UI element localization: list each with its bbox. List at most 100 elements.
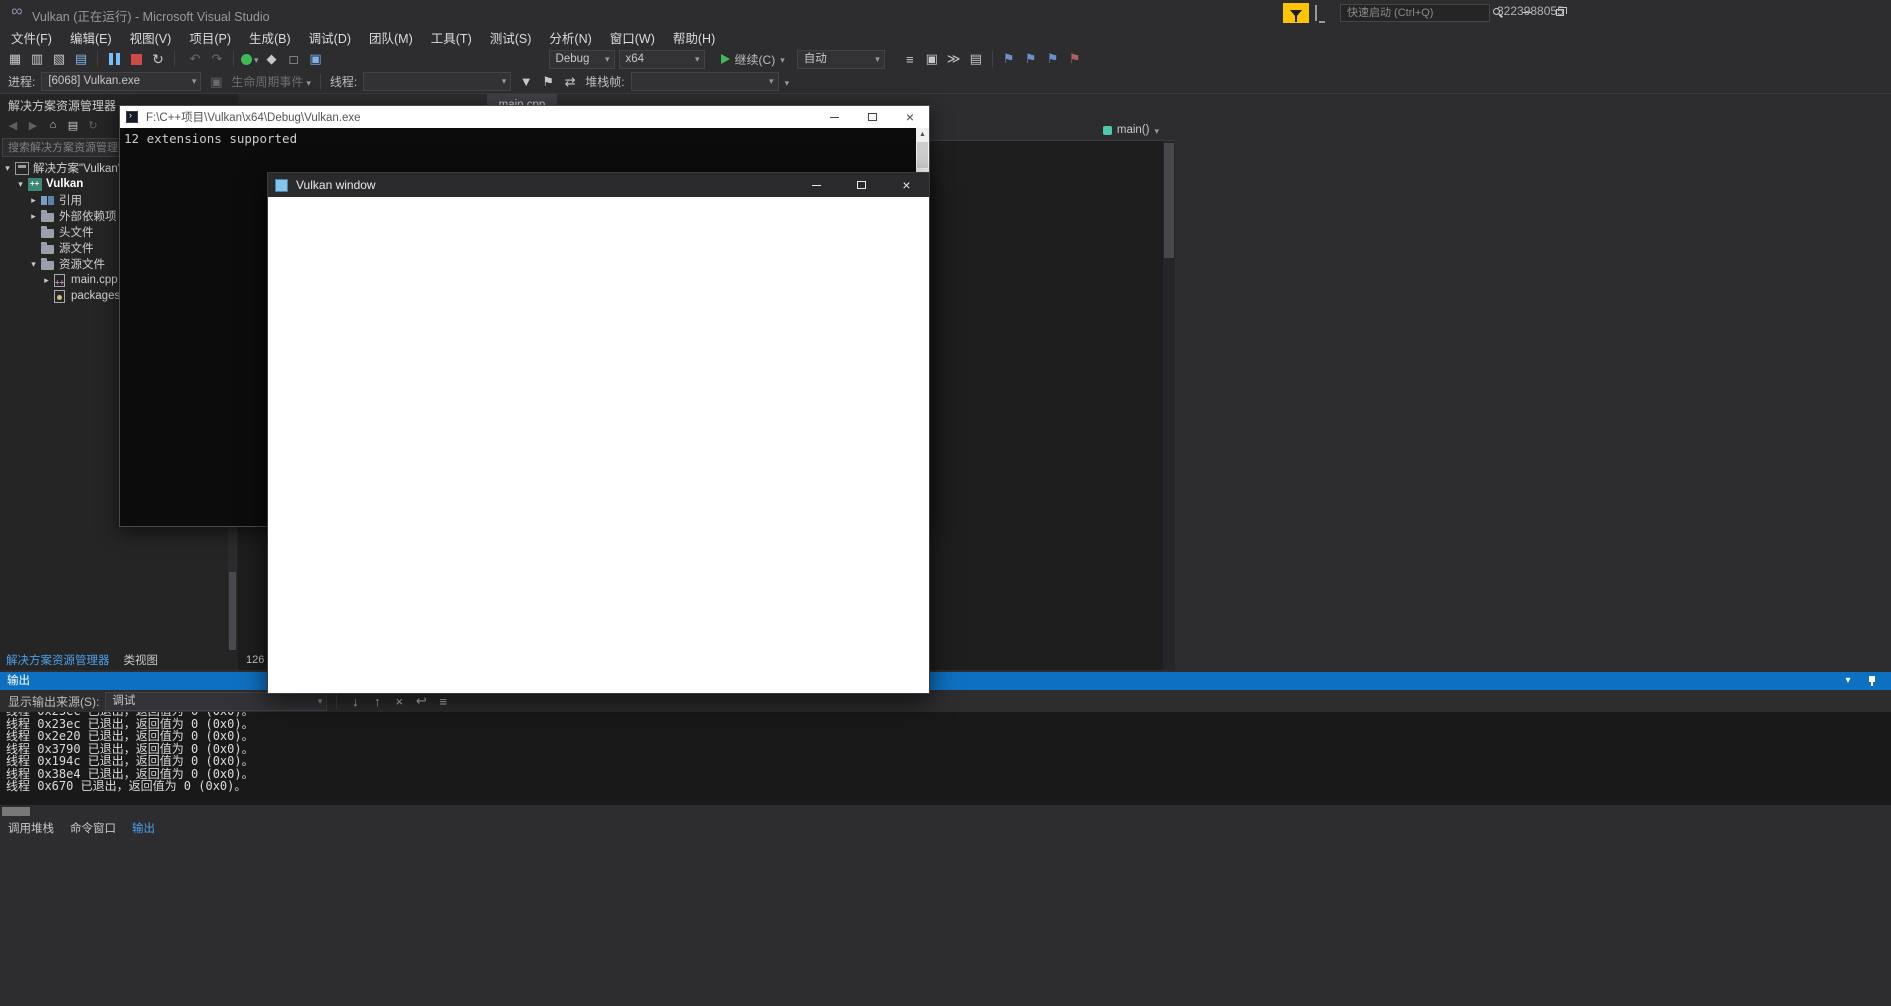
- menu-item[interactable]: 调试(D): [300, 25, 360, 50]
- refresh-icon[interactable]: ↻: [86, 118, 100, 132]
- stack-frame-combo[interactable]: [630, 72, 779, 91]
- menu-item[interactable]: 项目(P): [180, 25, 240, 50]
- save-icon[interactable]: ▤: [72, 50, 90, 68]
- menu-item[interactable]: 编辑(E): [61, 25, 121, 50]
- toggle-output-icon[interactable]: ≡: [434, 692, 452, 710]
- separator: [336, 693, 338, 709]
- indent-icon[interactable]: ≫: [945, 50, 963, 68]
- tree-expander[interactable]: [28, 259, 39, 270]
- scroll-up-icon[interactable]: [916, 128, 929, 141]
- menu-item[interactable]: 视图(V): [121, 25, 181, 50]
- comment-icon[interactable]: ▤: [967, 50, 985, 68]
- output-source-combo[interactable]: 调试: [105, 691, 328, 711]
- quick-launch-input[interactable]: [1340, 4, 1490, 22]
- bottom-panel-tabs: 调用堆栈 命令窗口 输出: [0, 818, 1891, 837]
- break-all-button[interactable]: [105, 50, 123, 68]
- new-file-icon[interactable]: □: [285, 50, 303, 68]
- tree-expander[interactable]: [28, 211, 39, 222]
- scrollbar-thumb[interactable]: [1164, 143, 1174, 258]
- tree-expander[interactable]: [28, 195, 39, 206]
- solution-explorer-tabs: 解决方案资源管理器 类视图: [0, 650, 238, 670]
- thread-combo[interactable]: [363, 72, 512, 91]
- editor-scrollbar[interactable]: [1163, 141, 1175, 670]
- block-icon[interactable]: ▣: [923, 50, 941, 68]
- intellitrace-button[interactable]: [241, 52, 259, 66]
- auto-combo[interactable]: 自动: [796, 49, 885, 69]
- goto-message-icon[interactable]: ↓: [346, 692, 364, 710]
- console-title-bar[interactable]: F:\C++项目\Vulkan\x64\Debug\Vulkan.exe: [120, 106, 929, 128]
- menu-item[interactable]: 团队(M): [360, 25, 422, 50]
- panel-tab[interactable]: 命令窗口: [70, 820, 116, 836]
- panel-tab[interactable]: 调用堆栈: [8, 820, 54, 836]
- forward-icon[interactable]: ▶: [26, 118, 40, 132]
- filter-icon[interactable]: ▼: [517, 73, 535, 91]
- tree-expander[interactable]: [2, 163, 13, 174]
- vulkan-app-icon: [275, 178, 288, 192]
- tree-expander[interactable]: [15, 179, 26, 190]
- funnel-icon: [1290, 9, 1302, 22]
- vulkan-close-button[interactable]: [884, 173, 929, 197]
- chevron-down-icon[interactable]: [785, 75, 790, 89]
- home-icon[interactable]: ⌂: [46, 118, 60, 132]
- feedback-filter-button[interactable]: [1283, 3, 1309, 23]
- output-horizontal-scrollbar[interactable]: [0, 805, 1891, 818]
- menu-item[interactable]: 工具(T): [422, 25, 481, 50]
- separator: [174, 51, 175, 67]
- scrollbar-thumb[interactable]: [2, 807, 30, 816]
- back-icon[interactable]: ◀: [6, 118, 20, 132]
- menu-item[interactable]: 分析(N): [540, 25, 600, 50]
- window-layout-icon[interactable]: ▦: [6, 50, 24, 68]
- vulkan-render-surface[interactable]: [268, 197, 929, 693]
- properties-icon[interactable]: ▤: [66, 118, 80, 132]
- panel-tab[interactable]: 输出: [132, 820, 155, 836]
- team-explorer-icon[interactable]: ▥: [28, 50, 46, 68]
- panel-tab[interactable]: 类视图: [124, 652, 159, 668]
- menu-item[interactable]: 帮助(H): [664, 25, 724, 50]
- bookmark-next-icon[interactable]: ⚑: [1044, 50, 1062, 68]
- menu-item[interactable]: 窗口(W): [601, 25, 664, 50]
- prev-message-icon[interactable]: ↑: [368, 692, 386, 710]
- diagnostics-icon[interactable]: ◆: [263, 50, 281, 68]
- menu-item[interactable]: 生成(B): [240, 25, 300, 50]
- process-combo[interactable]: [6068] Vulkan.exe: [41, 72, 202, 91]
- tree-expander[interactable]: [41, 275, 52, 286]
- menu-right-number: 3223988055: [1497, 4, 1564, 18]
- bookmark-prev-icon[interactable]: ⚑: [1022, 50, 1040, 68]
- tree-item-icon: [54, 289, 65, 303]
- output-text-area[interactable]: 线程 0x23ec 已退出，返回值为 0 (0x0)。 线程 0x23ec 已退…: [0, 712, 1891, 805]
- auto-hide-pin-icon[interactable]: [1867, 675, 1877, 687]
- flag-icon[interactable]: ⚑: [539, 73, 557, 91]
- scrollbar-thumb[interactable]: [229, 572, 236, 652]
- open-file-icon[interactable]: ▧: [50, 50, 68, 68]
- console-close-button[interactable]: [891, 106, 929, 128]
- vulkan-maximize-button[interactable]: [839, 173, 884, 197]
- scrollbar-thumb[interactable]: [917, 142, 928, 168]
- window-position-icon[interactable]: [1841, 672, 1855, 690]
- vulkan-window-title-bar[interactable]: Vulkan window: [268, 173, 929, 197]
- console-maximize-button[interactable]: [853, 106, 891, 128]
- continue-button[interactable]: 继续(C): [720, 51, 785, 68]
- bookmark-clear-icon[interactable]: ⚑: [1066, 50, 1084, 68]
- lifecycle-events-button[interactable]: 生命周期事件: [231, 73, 311, 90]
- menu-item[interactable]: 测试(S): [481, 25, 541, 50]
- output-line: 线程 0x38e4 已退出，返回值为 0 (0x0)。: [6, 766, 254, 781]
- stop-debugging-button[interactable]: [127, 50, 145, 68]
- console-minimize-button[interactable]: [815, 106, 853, 128]
- vulkan-minimize-button[interactable]: [794, 173, 839, 197]
- undo-icon[interactable]: ↶: [186, 50, 204, 68]
- platform-combo[interactable]: x64: [618, 49, 705, 69]
- clear-all-icon[interactable]: ×: [390, 692, 408, 710]
- swap-icon[interactable]: ⇄: [561, 73, 579, 91]
- debug-config-combo[interactable]: Debug: [548, 49, 615, 69]
- restart-button[interactable]: [149, 50, 167, 68]
- menu-item[interactable]: 文件(F): [2, 25, 61, 50]
- redo-icon[interactable]: ↷: [208, 50, 226, 68]
- panel-tab[interactable]: 解决方案资源管理器: [6, 652, 110, 668]
- send-feedback-button[interactable]: [1315, 5, 1331, 21]
- save-all-icon[interactable]: ▣: [307, 50, 325, 68]
- lifecycle-events-icon[interactable]: ▣: [207, 73, 225, 91]
- find-in-files-icon[interactable]: ≡: [901, 50, 919, 68]
- word-wrap-icon[interactable]: ↩: [412, 692, 430, 710]
- member-dropdown[interactable]: main(): [1102, 121, 1159, 139]
- bookmark-icon[interactable]: ⚑: [1000, 50, 1018, 68]
